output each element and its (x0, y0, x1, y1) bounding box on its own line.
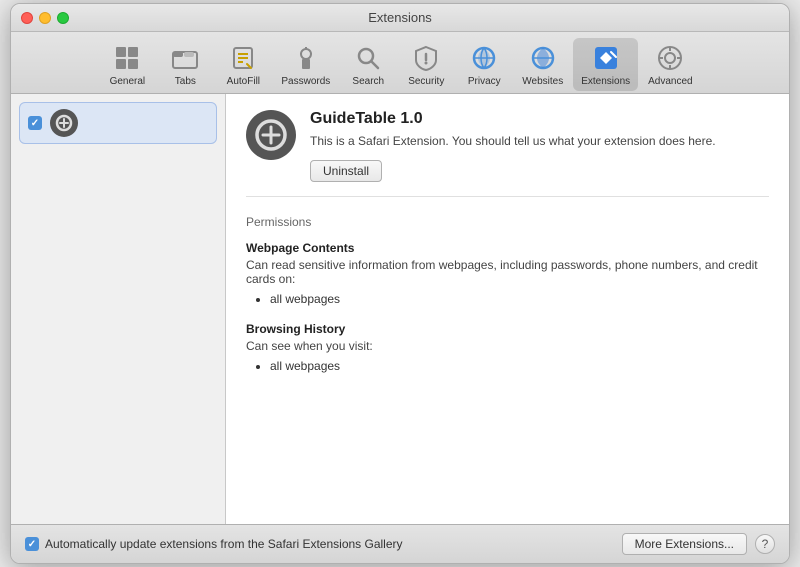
footer-right: More Extensions... ? (622, 533, 775, 555)
permission-group-webpage: Webpage Contents Can read sensitive info… (246, 241, 769, 306)
permission-list-webpage: all webpages (246, 292, 769, 306)
tab-general-label: General (110, 76, 146, 87)
permission-list-history: all webpages (246, 359, 769, 373)
tab-advanced[interactable]: Advanced (640, 38, 700, 91)
uninstall-button[interactable]: Uninstall (310, 160, 382, 182)
tab-autofill[interactable]: AutoFill (215, 38, 271, 91)
window-title: Extensions (368, 10, 432, 25)
extension-header: GuideTable 1.0 This is a Safari Extensio… (246, 110, 769, 197)
extension-description: This is a Safari Extension. You should t… (310, 132, 769, 150)
permission-desc-history: Can see when you visit: (246, 339, 769, 353)
footer-left: Automatically update extensions from the… (25, 537, 403, 551)
advanced-icon (654, 42, 686, 74)
autofill-icon (227, 42, 259, 74)
tab-passwords-label: Passwords (281, 76, 330, 87)
tab-extensions[interactable]: Extensions (573, 38, 638, 91)
tab-privacy-label: Privacy (468, 76, 501, 87)
permission-name-history: Browsing History (246, 322, 769, 336)
search-icon (352, 42, 384, 74)
tab-privacy[interactable]: Privacy (456, 38, 512, 91)
tab-passwords[interactable]: Passwords (273, 38, 338, 91)
tab-security[interactable]: Security (398, 38, 454, 91)
main-window: Extensions General T (10, 3, 790, 564)
extensions-icon (590, 42, 622, 74)
general-icon (111, 42, 143, 74)
tab-websites-label: Websites (522, 76, 563, 87)
window-controls (21, 12, 69, 24)
tab-general[interactable]: General (99, 38, 155, 91)
more-extensions-button[interactable]: More Extensions... (622, 533, 747, 555)
extension-info: GuideTable 1.0 This is a Safari Extensio… (310, 110, 769, 182)
detail-panel: GuideTable 1.0 This is a Safari Extensio… (226, 94, 789, 524)
tab-tabs-label: Tabs (175, 76, 196, 87)
extension-logo (246, 110, 296, 160)
auto-update-checkbox[interactable] (25, 537, 39, 551)
permission-desc-webpage: Can read sensitive information from webp… (246, 258, 769, 286)
extension-list-icon (50, 109, 78, 137)
tab-tabs[interactable]: Tabs (157, 38, 213, 91)
security-icon (410, 42, 442, 74)
titlebar: Extensions (11, 4, 789, 32)
auto-update-label: Automatically update extensions from the… (45, 537, 403, 551)
toolbar: General Tabs A (11, 32, 789, 94)
tab-advanced-label: Advanced (648, 76, 692, 87)
permissions-title: Permissions (246, 215, 769, 229)
permission-group-history: Browsing History Can see when you visit:… (246, 322, 769, 373)
extensions-sidebar (11, 94, 226, 524)
tab-search-label: Search (352, 76, 384, 87)
list-item: all webpages (270, 359, 769, 373)
minimize-button[interactable] (39, 12, 51, 24)
tab-autofill-label: AutoFill (227, 76, 260, 87)
close-button[interactable] (21, 12, 33, 24)
websites-icon (527, 42, 559, 74)
extension-name: GuideTable 1.0 (310, 110, 769, 128)
permissions-section: Permissions Webpage Contents Can read se… (246, 211, 769, 393)
tabs-icon (169, 42, 201, 74)
extension-checkbox[interactable] (28, 116, 42, 130)
help-button[interactable]: ? (755, 534, 775, 554)
extension-item-guidetable[interactable] (19, 102, 217, 144)
privacy-icon (468, 42, 500, 74)
passwords-icon (290, 42, 322, 74)
footer: Automatically update extensions from the… (11, 524, 789, 563)
tab-search[interactable]: Search (340, 38, 396, 91)
maximize-button[interactable] (57, 12, 69, 24)
list-item: all webpages (270, 292, 769, 306)
permission-name-webpage: Webpage Contents (246, 241, 769, 255)
tab-extensions-label: Extensions (581, 76, 630, 87)
tab-security-label: Security (408, 76, 444, 87)
tab-websites[interactable]: Websites (514, 38, 571, 91)
main-content: GuideTable 1.0 This is a Safari Extensio… (11, 94, 789, 524)
